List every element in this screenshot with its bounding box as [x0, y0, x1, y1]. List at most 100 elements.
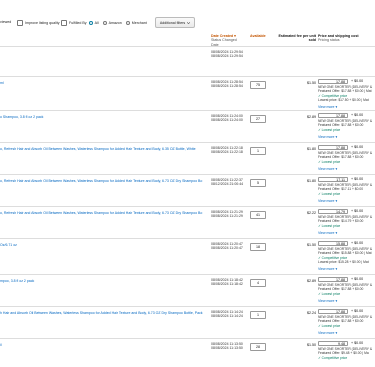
pricing-status-line: Lowest price: $17.50 + $0.00 | Mat [318, 97, 369, 102]
shipping-value: + $0.00 [351, 145, 364, 149]
filter-viewed[interactable]: viewed [0, 20, 11, 24]
fulfilled-merchant-label: Merchant [131, 21, 147, 25]
column-available[interactable]: Available [250, 34, 266, 38]
available-input[interactable]: 1 [250, 311, 266, 319]
pricing-status-line: ✓ Lowest price [318, 191, 341, 196]
pricing-status: NEW ONE SHORTER (DELIVERY & Featured Offe… [318, 283, 372, 296]
view-more-link[interactable]: View more ▾ [318, 299, 337, 303]
additional-filters-button[interactable]: Additional filters [155, 17, 195, 28]
date-created-cell: 08/08/2024 11:22:37 08/12/2024 21:00:44 [211, 178, 243, 187]
status-changed-value: 08/08/2024 11:14:24 [211, 314, 243, 319]
price-input[interactable]: 15.88 [318, 241, 348, 246]
product-title-link[interactable]: il [0, 343, 210, 347]
price-input[interactable]: 17.88 [318, 277, 348, 282]
available-input[interactable]: 4 [250, 279, 266, 287]
available-input[interactable]: 5 [250, 179, 266, 187]
product-title-link[interactable]: o, Refresh Hair and Absorb Oil Between W… [0, 211, 210, 215]
improve-quality-label: Improve listing quality [25, 21, 60, 25]
pricing-status-line: ✓ Lowest price [318, 291, 341, 296]
view-more-link[interactable]: View more ▾ [318, 331, 337, 335]
date-created-cell: 08/08/2024 11:21:29 08/08/2024 11:21:29 [211, 210, 243, 219]
pricing-status-line: Featured Offer: $9.48 + $0.00 | Ma [318, 351, 369, 356]
fee-value: $2.89 [307, 115, 316, 119]
pricing-status-line: Lowest price: $15.28 + $0.00 | Mat [318, 259, 369, 264]
available-input[interactable]: 75 [250, 81, 266, 89]
fee-value: $1.50 [307, 243, 316, 247]
view-more-link[interactable]: View more ▾ [318, 135, 337, 139]
column-fee[interactable]: Estimated fee per unit sold [276, 34, 316, 43]
fulfilled-by-checkbox[interactable] [61, 20, 67, 26]
pricing-status: NEW ONE SHORTER (DELIVERY & Featured Offe… [318, 85, 372, 102]
fee-value: $1.50 [307, 343, 316, 347]
table-row: o Shampoo, 3.8 fl oz 2 pack 08/08/2024 11… [0, 110, 375, 143]
pricing-status: NEW ONE SHORTER (DELIVERY & Featured Offe… [318, 183, 372, 196]
product-title-link[interactable]: o, Refresh Hair and Absorb Oil Between W… [0, 147, 210, 151]
price-input[interactable]: 17.88 [318, 113, 348, 118]
fee-value: $2.22 [307, 211, 316, 215]
price-input[interactable]: 9.48 [318, 341, 348, 346]
product-title-link[interactable]: ml [0, 81, 210, 85]
fee-value: $2.89 [307, 279, 316, 283]
date-created-cell: 08/08/2024 11:29:54 08/08/2024 11:29:54 [211, 50, 243, 59]
table-row: o, Refresh Hair and Absorb Oil Between W… [0, 174, 375, 207]
product-title-link[interactable]: mpoo, 3.8 fl oz 2 pack [0, 279, 210, 283]
sort-desc-icon: ▾ [234, 34, 236, 38]
pricing-status-line: ✓ Lowest price [318, 127, 341, 132]
product-title-link[interactable]: h Hair and Absorb Oil Between Washes, Wa… [0, 311, 210, 315]
view-more-link[interactable]: View more ▾ [318, 199, 337, 203]
product-title-link[interactable]: o Shampoo, 3.8 fl oz 2 pack [0, 115, 210, 119]
chevron-down-icon [187, 21, 191, 24]
view-more-link[interactable]: View more ▾ [318, 231, 337, 235]
table-row: 08/08/2024 11:29:54 08/08/2024 11:29:54 [0, 46, 375, 77]
additional-filters-label: Additional filters [159, 20, 186, 25]
available-input[interactable]: 18 [250, 243, 266, 251]
pricing-status-label: Pricing status [318, 38, 340, 43]
pricing-status: NEW ONE SHORTER (DELIVERY & Featured Offe… [318, 215, 372, 228]
column-price[interactable]: Price and shipping cost Pricing status [318, 34, 359, 43]
price-input[interactable]: 14.79 [318, 209, 348, 214]
available-input[interactable]: 1 [250, 147, 266, 155]
filter-improve-quality[interactable]: Improve listing quality [17, 20, 60, 26]
pricing-status-line: ✓ Lowest price [318, 323, 341, 328]
pricing-status: NEW ONE SHORTER (DELIVERY & Featured Offe… [318, 315, 372, 328]
shipping-value: + $0.00 [351, 209, 364, 213]
product-title-link[interactable]: Oz/6.71 oz [0, 243, 210, 247]
shipping-value: + $0.00 [351, 309, 364, 313]
fulfilled-merchant-radio[interactable] [125, 21, 130, 25]
price-input[interactable]: 17.88 [318, 309, 348, 314]
shipping-value: + $0.00 [351, 277, 364, 281]
table-row: o, Refresh Hair and Absorb Oil Between W… [0, 206, 375, 239]
price-input[interactable]: 17.11 [318, 177, 348, 182]
date-created-cell: 08/08/2024 11:20:47 08/08/2024 11:20:47 [211, 242, 243, 251]
status-changed-value: 08/08/2024 11:13:50 [211, 346, 243, 351]
status-changed-value: 08/08/2024 11:28:54 [211, 84, 243, 89]
improve-quality-checkbox[interactable] [17, 20, 23, 26]
shipping-value: + $0.00 [351, 341, 364, 345]
price-input[interactable]: 17.88 [318, 145, 348, 150]
table-row: Oz/6.71 oz 08/08/2024 11:20:47 08/08/2024 … [0, 238, 375, 275]
fee-value: $1.80 [307, 179, 316, 183]
date-created-cell: 08/08/2024 11:24:00 08/08/2024 11:24:00 [211, 114, 243, 123]
table-row: o, Refresh Hair and Absorb Oil Between W… [0, 142, 375, 175]
date-created-cell: 08/08/2024 11:28:54 08/08/2024 11:28:54 [211, 80, 243, 89]
date-created-cell: 08/08/2024 11:22:18 08/08/2024 11:22:18 [211, 146, 243, 155]
view-more-link[interactable]: View more ▾ [318, 267, 337, 271]
available-input[interactable]: 28 [250, 343, 266, 351]
shipping-value: + $0.00 [351, 79, 364, 83]
pricing-status-line: ✓ Competitive price [318, 355, 348, 360]
available-label: Available [250, 34, 266, 38]
available-input[interactable]: 27 [250, 115, 266, 123]
table-row: mpoo, 3.8 fl oz 2 pack 08/08/2024 11:18:4… [0, 274, 375, 307]
fulfilled-amazon-radio[interactable] [102, 21, 107, 25]
shipping-value: + $0.00 [351, 177, 364, 181]
view-more-link[interactable]: View more ▾ [318, 105, 337, 109]
fulfilled-all-radio[interactable] [88, 21, 93, 25]
price-input[interactable]: 17.88 [318, 79, 348, 84]
pricing-status-line: ✓ Lowest price [318, 159, 341, 164]
fulfilled-by-label: Fulfilled By [69, 21, 87, 25]
view-more-link[interactable]: View more ▾ [318, 167, 337, 171]
available-input[interactable]: 41 [250, 211, 266, 219]
pricing-status-line: Featured Offer: $15.88 + $0.00 | Mat [318, 251, 372, 256]
product-title-link[interactable]: o, Refresh Hair and Absorb Oil Between W… [0, 179, 210, 183]
status-changed-value: 08/08/2024 11:22:18 [211, 150, 243, 155]
